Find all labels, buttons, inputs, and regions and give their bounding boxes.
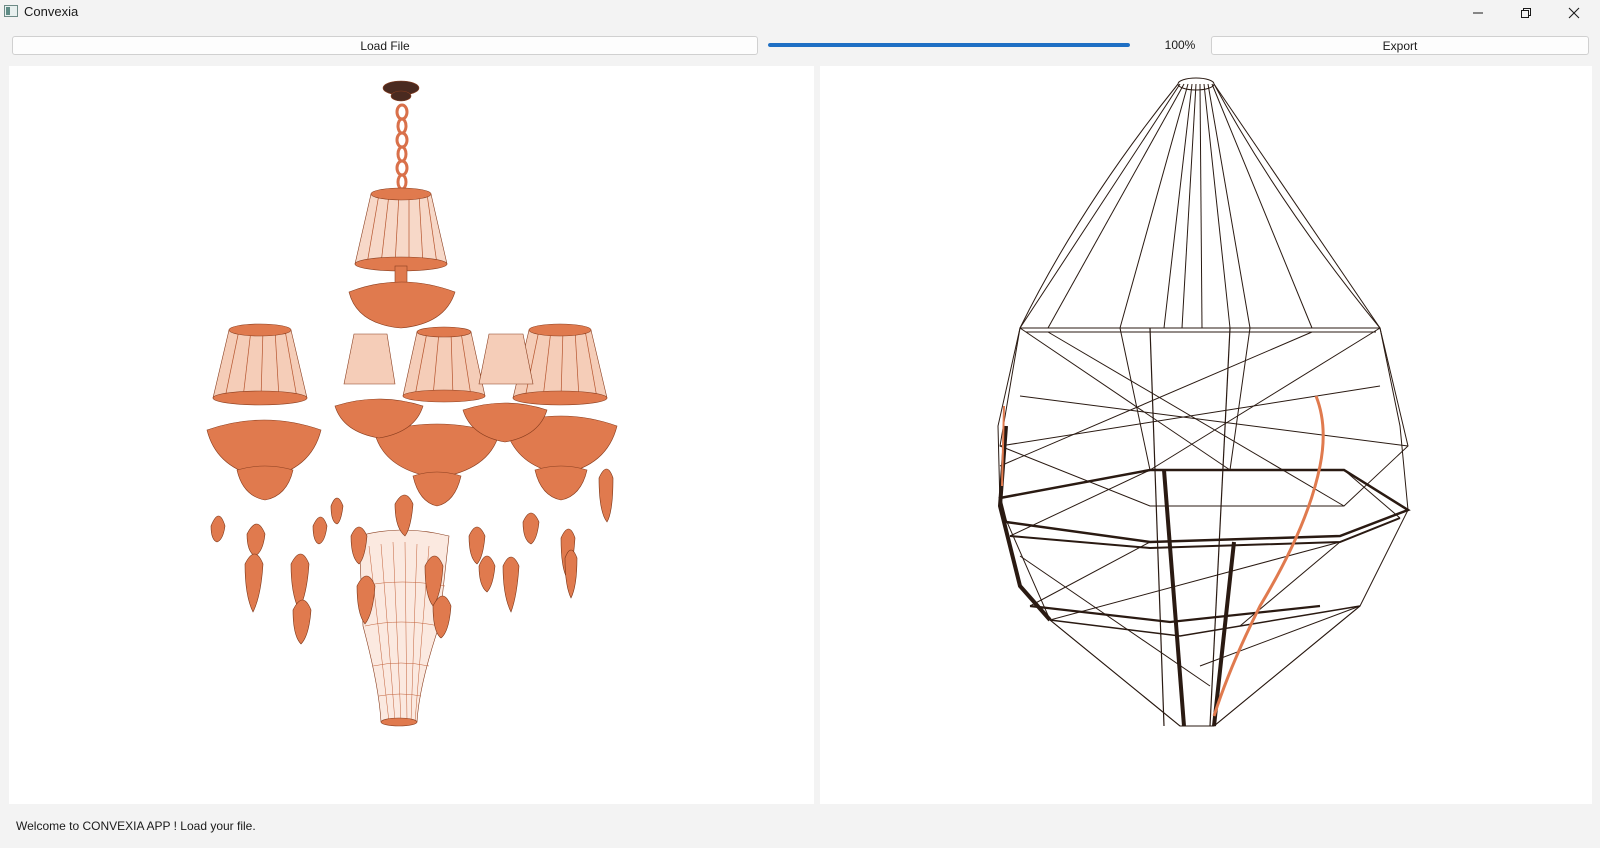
window-title: Convexia <box>24 4 79 19</box>
status-message: Welcome to CONVEXIA APP ! Load your file… <box>16 819 256 833</box>
export-button[interactable]: Export <box>1211 36 1589 55</box>
progress-bar <box>768 43 1130 47</box>
hull-viewport[interactable] <box>820 66 1592 804</box>
minimize-icon[interactable] <box>1454 0 1502 26</box>
load-file-button[interactable]: Load File <box>12 36 758 55</box>
model-viewport[interactable] <box>9 66 814 804</box>
progress-fill <box>768 43 1130 47</box>
close-icon[interactable] <box>1550 0 1598 26</box>
restore-icon[interactable] <box>1502 0 1550 26</box>
convex-hull-wireframe <box>997 77 1411 727</box>
progress-label: 100% <box>1164 38 1196 52</box>
app-window-icon <box>4 5 18 17</box>
chandelier-model <box>206 80 618 727</box>
title-bar: Convexia <box>0 0 1600 26</box>
